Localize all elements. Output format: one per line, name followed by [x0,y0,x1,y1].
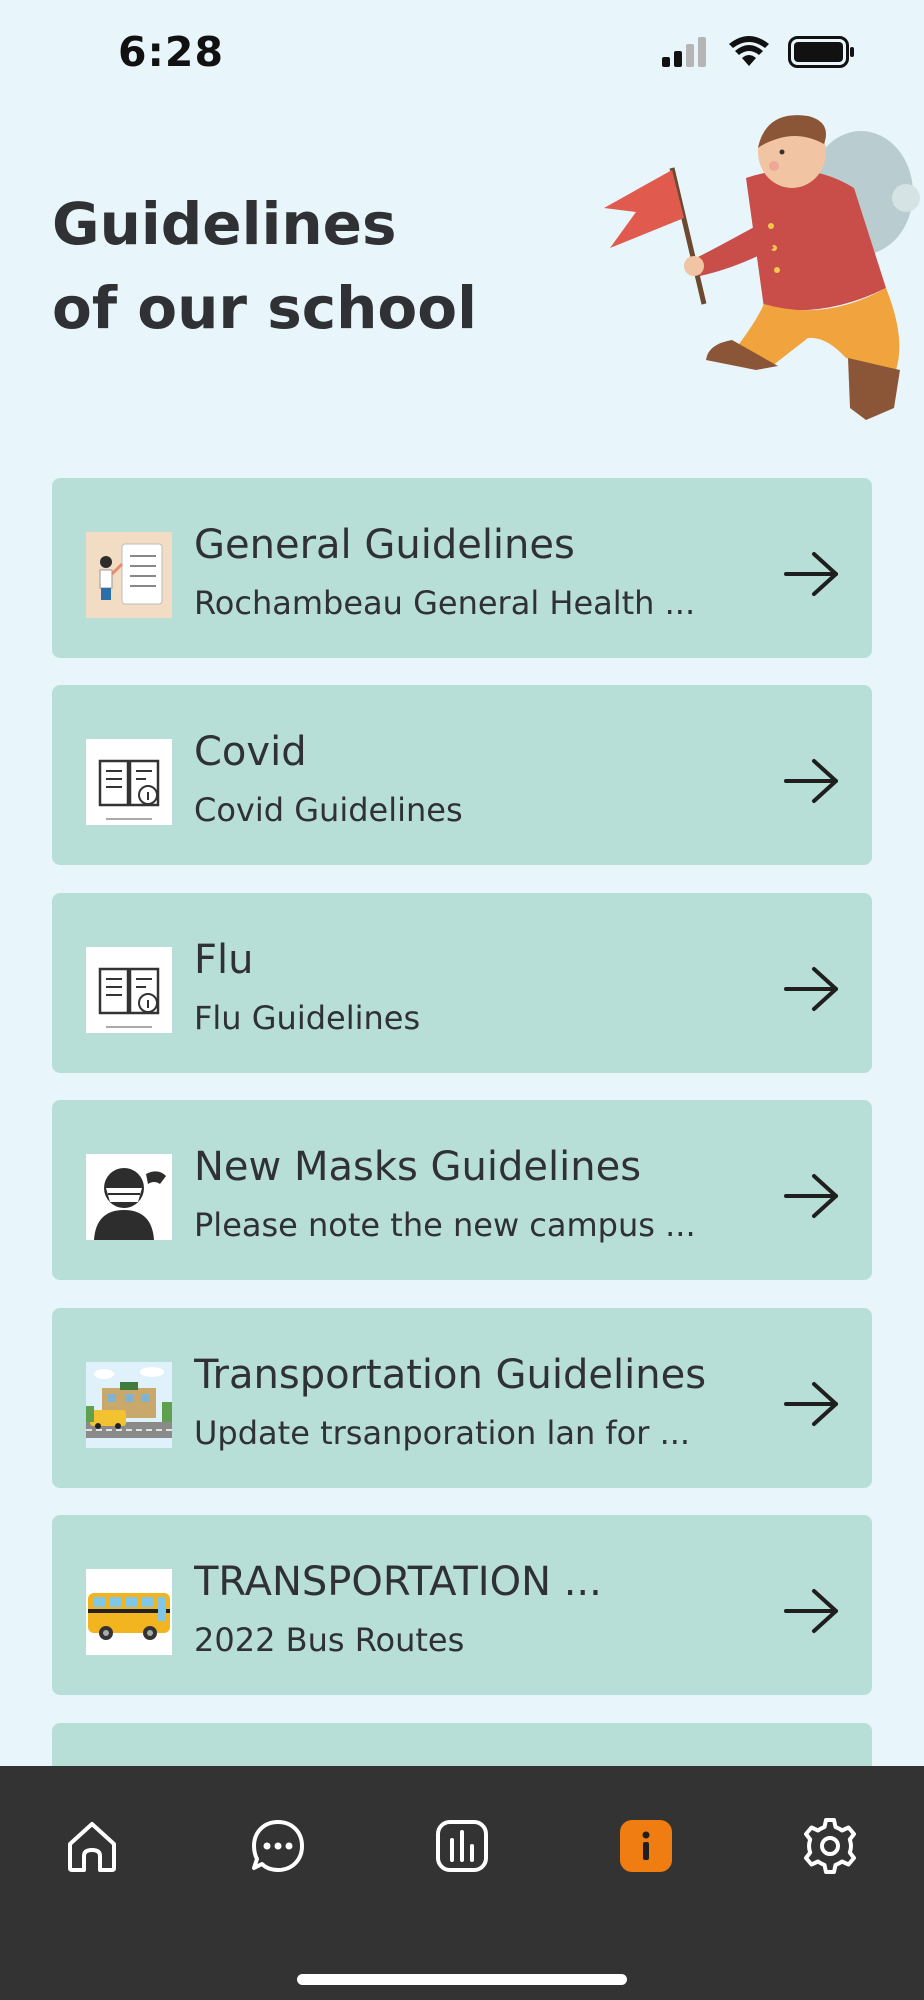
info-icon[interactable] [616,1816,676,1876]
guideline-title: Flu [194,937,254,983]
guidelines-list: General Guidelines Rochambeau General He… [52,478,872,1766]
checklist-icon [99,543,163,605]
guideline-subtitle: Flu Guidelines [194,999,421,1037]
chat-icon[interactable] [248,1816,308,1876]
guideline-subtitle: Update trsanporation lan for ... [194,1414,691,1452]
bottom-tab-bar [0,1766,924,2000]
page-title-line1: Guidelines [52,190,397,258]
guideline-card-partial[interactable] [52,1723,872,1766]
guideline-title: New Masks Guidelines [194,1144,642,1190]
status-bar: 6:28 [0,0,924,110]
status-icons [662,36,856,68]
guideline-card-covid[interactable]: Covid Covid Guidelines [52,685,872,865]
page-title: Guidelines of our school [52,182,477,350]
guideline-card-transportation[interactable]: Transportation Guidelines Update trsanpo… [52,1308,872,1488]
guideline-card-general[interactable]: General Guidelines Rochambeau General He… [52,478,872,658]
book-info-icon [98,967,160,1028]
page-title-line2: of our school [52,274,477,342]
mask-person-icon [94,1168,166,1240]
wifi-icon [729,36,769,66]
guideline-title: TRANSPORTATION ... [194,1559,602,1605]
arrow-right-icon [784,759,838,803]
guideline-title: General Guidelines [194,522,575,568]
guideline-card-bus-routes[interactable]: TRANSPORTATION ... 2022 Bus Routes [52,1515,872,1695]
signal-icon [662,37,706,67]
guideline-card-masks[interactable]: New Masks Guidelines Please note the new… [52,1100,872,1280]
guideline-thumbnail [86,1154,172,1240]
guideline-thumbnail [86,532,172,618]
guideline-thumbnail [86,1569,172,1655]
school-bus-scene-icon [86,1367,172,1438]
status-time: 6:28 [118,28,224,76]
guideline-card-flu[interactable]: Flu Flu Guidelines [52,893,872,1073]
guideline-subtitle: Please note the new campus ... [194,1206,696,1244]
guideline-subtitle: Covid Guidelines [194,791,463,829]
arrow-right-icon [784,1382,838,1426]
battery-icon [788,36,854,68]
guideline-subtitle: Rochambeau General Health ... [194,584,696,622]
mascot-illustration [604,115,920,420]
settings-icon[interactable] [800,1816,860,1876]
school-bus-icon [88,1593,170,1640]
arrow-right-icon [784,1589,838,1633]
arrow-right-icon [784,1174,838,1218]
guideline-thumbnail [86,739,172,825]
arrow-right-icon [784,967,838,1011]
home-icon[interactable] [62,1816,122,1876]
book-info-icon [98,759,160,820]
arrow-right-icon [784,552,838,596]
guideline-thumbnail [86,1362,172,1448]
guideline-thumbnail [86,947,172,1033]
guideline-subtitle: 2022 Bus Routes [194,1621,465,1659]
stats-icon[interactable] [432,1816,492,1876]
guideline-title: Covid [194,729,307,775]
guideline-title: Transportation Guidelines [194,1352,707,1398]
home-indicator[interactable] [297,1974,627,1985]
